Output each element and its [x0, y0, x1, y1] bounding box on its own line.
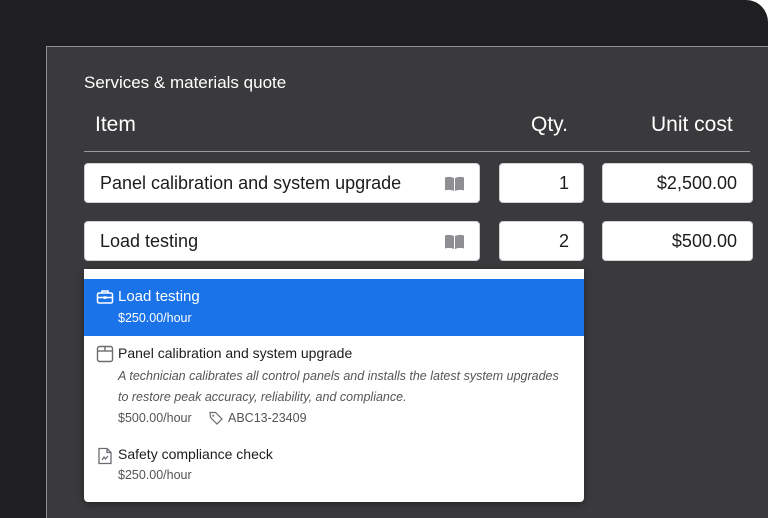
option-name: Panel calibration and system upgrade: [118, 345, 353, 361]
qty-field-value: 2: [558, 230, 569, 251]
option-price: $250.00/hour: [118, 311, 192, 325]
toolbox-icon: [96, 290, 114, 304]
document-icon: [98, 447, 112, 465]
header-divider: [84, 151, 750, 152]
option-name: Load testing: [118, 288, 200, 305]
option-description: A technician calibrates all control pane…: [118, 369, 559, 404]
app-background: Services & materials quote Item Qty. Uni…: [0, 0, 768, 518]
dropdown-option[interactable]: Panel calibration and system upgrade A t…: [84, 339, 584, 444]
qty-field-value: 1: [558, 172, 569, 193]
item-field[interactable]: Panel calibration and system upgrade: [84, 163, 480, 203]
unit-cost-field-value: $500.00: [671, 230, 737, 251]
item-field[interactable]: Load testing: [84, 221, 480, 261]
option-price: $250.00/hour: [118, 468, 192, 482]
option-name: Safety compliance check: [118, 446, 273, 462]
unit-cost-field[interactable]: $500.00: [602, 221, 753, 261]
option-sku-value: ABC13-23409: [228, 411, 307, 425]
unit-cost-field[interactable]: $2,500.00: [602, 163, 753, 203]
option-sku: ABC13-23409: [209, 411, 307, 425]
column-header-qty: Qty.: [531, 113, 568, 136]
option-price: $500.00/hour: [118, 411, 192, 425]
item-field-value: Panel calibration and system upgrade: [100, 172, 402, 193]
package-icon: [96, 345, 114, 363]
book-icon[interactable]: [444, 176, 465, 192]
page-title: Services & materials quote: [84, 73, 287, 92]
qty-field[interactable]: 2: [499, 221, 584, 261]
quote-panel: Services & materials quote Item Qty. Uni…: [46, 46, 768, 518]
unit-cost-field-value: $2,500.00: [656, 172, 737, 193]
qty-field[interactable]: 1: [499, 163, 584, 203]
tag-icon: [209, 411, 223, 425]
column-header-item: Item: [95, 113, 136, 136]
dropdown-option[interactable]: Load testing $250.00/hour: [84, 279, 584, 336]
dropdown-option[interactable]: Safety compliance check $250.00/hour: [84, 441, 584, 501]
column-header-unit-cost: Unit cost: [651, 113, 733, 136]
book-icon[interactable]: [444, 234, 465, 250]
item-suggestions-dropdown: Load testing $250.00/hour Panel calibrat…: [84, 269, 584, 502]
item-field-value: Load testing: [100, 230, 199, 251]
